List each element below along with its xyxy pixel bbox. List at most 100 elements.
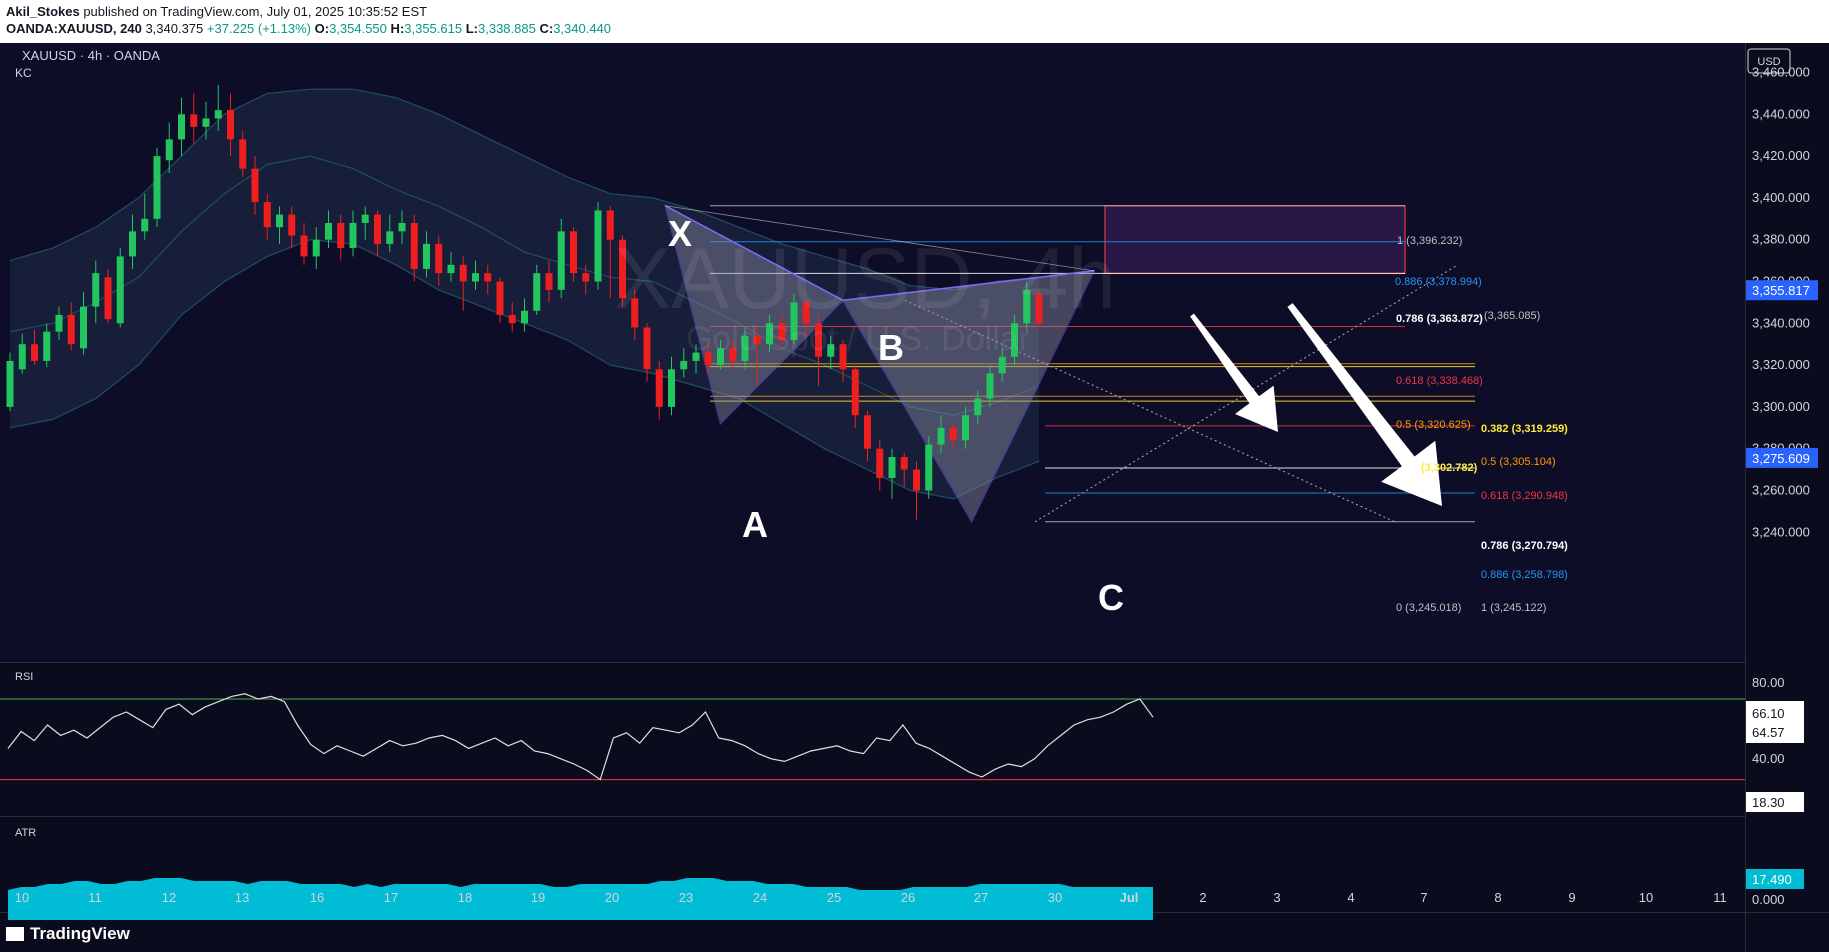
candle-body[interactable] <box>606 210 614 240</box>
legend-title: XAUUSD · 4h · OANDA <box>22 48 160 63</box>
candle-body[interactable] <box>643 327 651 370</box>
high-value: 3,355.615 <box>404 21 463 36</box>
fib-label-1-top: 1 (3,396.232) <box>1397 235 1462 247</box>
time-tick-label: 20 <box>605 890 619 905</box>
last-price: 3,340.375 <box>145 21 204 36</box>
publish-date: published on TradingView.com, July 01, 2… <box>83 4 428 19</box>
candle-body[interactable] <box>386 231 394 244</box>
candle-body[interactable] <box>900 457 908 470</box>
candle-body[interactable] <box>288 214 296 236</box>
candle-body[interactable] <box>435 243 443 274</box>
pattern-label-x: X <box>668 213 692 254</box>
atr-label[interactable]: ATR <box>15 827 36 839</box>
pattern-label-c: C <box>1098 577 1124 618</box>
candle-body[interactable] <box>251 168 259 203</box>
candle-body[interactable] <box>31 344 38 361</box>
candle-body[interactable] <box>178 114 185 140</box>
candle-body[interactable] <box>925 444 933 491</box>
candle-body[interactable] <box>998 356 1006 374</box>
candle-body[interactable] <box>986 373 994 399</box>
candle-body[interactable] <box>496 281 504 315</box>
candle-body[interactable] <box>312 239 320 257</box>
candle-body[interactable] <box>655 369 663 407</box>
candle-body[interactable] <box>300 235 308 257</box>
candle-body[interactable] <box>668 369 675 407</box>
candle-body[interactable] <box>974 398 982 416</box>
candle-body[interactable] <box>153 156 161 219</box>
candle-body[interactable] <box>6 360 14 407</box>
candle-body[interactable] <box>545 273 553 290</box>
candle-body[interactable] <box>398 222 406 232</box>
candle-body[interactable] <box>374 214 381 244</box>
time-tick-label: 27 <box>974 890 988 905</box>
candle-body[interactable] <box>508 314 516 324</box>
author-name[interactable]: Akil_Stokes <box>6 4 80 19</box>
legend-indicator[interactable]: KC <box>15 66 32 80</box>
candle-body[interactable] <box>361 214 369 223</box>
candle-body[interactable] <box>447 264 455 274</box>
candle-body[interactable] <box>937 427 945 445</box>
time-tick-label: 11 <box>1713 890 1727 905</box>
candle-body[interactable] <box>913 469 920 491</box>
fib-label-0786-top: 0.786 (3,363.872) <box>1396 313 1483 325</box>
pattern-label-a: A <box>742 504 768 545</box>
candle-body[interactable] <box>851 369 859 416</box>
candle-body[interactable] <box>116 256 124 324</box>
candle-body[interactable] <box>557 231 565 290</box>
candle-body[interactable] <box>410 222 418 269</box>
target-zone[interactable] <box>1104 205 1406 275</box>
rsi-label[interactable]: RSI <box>15 671 33 683</box>
candle-body[interactable] <box>876 448 884 478</box>
time-tick-label: 17 <box>384 890 398 905</box>
candle-body[interactable] <box>190 114 198 127</box>
candle-body[interactable] <box>165 139 173 161</box>
candle-body[interactable] <box>67 314 75 345</box>
fib-label-0302: (3,302.782) <box>1421 462 1478 474</box>
candle-body[interactable] <box>276 214 283 228</box>
candle-body[interactable] <box>55 314 63 332</box>
candle-body[interactable] <box>680 360 688 370</box>
rsi-value-2: 64.57 <box>1752 725 1785 740</box>
candle-body[interactable] <box>888 457 896 478</box>
time-tick-label: 10 <box>1639 890 1653 905</box>
candle-body[interactable] <box>214 110 222 119</box>
time-tick-label: 23 <box>679 890 693 905</box>
candle-body[interactable] <box>18 344 26 370</box>
time-tick-label: 12 <box>162 890 176 905</box>
candle-body[interactable] <box>484 273 492 282</box>
candle-body[interactable] <box>239 139 247 169</box>
fib-label-0382: 0.382 (3,319.259) <box>1481 423 1568 435</box>
candle-body[interactable] <box>202 118 210 127</box>
close-label: C: <box>539 21 554 36</box>
candle-body[interactable] <box>472 273 479 282</box>
tradingview-logo-icon <box>6 927 24 941</box>
candle-body[interactable] <box>43 331 51 361</box>
low-value: 3,338.885 <box>478 21 536 36</box>
candle-body[interactable] <box>263 202 271 228</box>
chart-canvas[interactable]: XAUUSD · 4h · OANDA KC XAUUSD, 4h Gold S… <box>0 43 1829 952</box>
low-label: L: <box>465 21 478 36</box>
candle-body[interactable] <box>80 306 87 349</box>
publish-info: Akil_Stokes published on TradingView.com… <box>6 4 427 19</box>
candle-body[interactable] <box>521 310 528 324</box>
candle-body[interactable] <box>864 415 871 449</box>
candle-body[interactable] <box>325 222 332 240</box>
candle-body[interactable] <box>92 273 100 307</box>
fib-label-05-top: 0.5 (3,320.625) <box>1396 419 1471 431</box>
candle-body[interactable] <box>594 210 602 282</box>
candle-body[interactable] <box>227 110 234 140</box>
candle-body[interactable] <box>349 222 357 249</box>
candle-body[interactable] <box>962 415 969 441</box>
candle-body[interactable] <box>423 243 430 269</box>
candle-body[interactable] <box>129 231 136 257</box>
candle-body[interactable] <box>141 218 149 232</box>
rsi-low-tag: 18.30 <box>1752 795 1785 810</box>
candle-body[interactable] <box>949 427 957 441</box>
candle-body[interactable] <box>337 222 345 249</box>
candle-body[interactable] <box>104 277 112 320</box>
candle-body[interactable] <box>459 264 467 282</box>
price-tick-label: 3,400.000 <box>1752 190 1810 205</box>
candle-body[interactable] <box>570 231 577 274</box>
candle-body[interactable] <box>533 273 541 311</box>
candle-body[interactable] <box>582 273 590 282</box>
